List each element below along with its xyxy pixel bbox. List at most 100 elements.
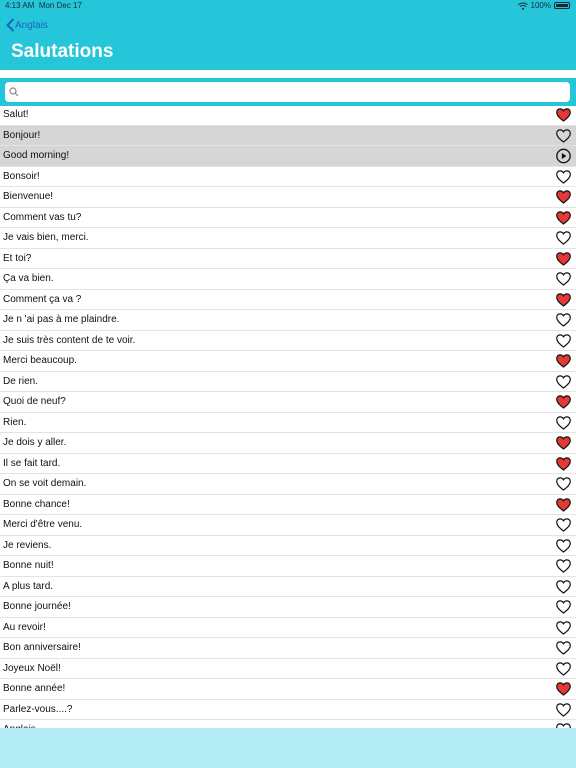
list-item[interactable]: Bonne nuit!	[0, 556, 576, 577]
list-item[interactable]: A plus tard.	[0, 577, 576, 597]
heart-outline-icon[interactable]	[555, 271, 572, 287]
list-item[interactable]: Je vais bien, merci.	[0, 228, 576, 249]
heart-outline-icon[interactable]	[555, 579, 572, 595]
phrase-text: Bonne journée!	[3, 601, 71, 612]
phrase-text: Je reviens.	[3, 539, 52, 551]
list-item[interactable]: Ça va bien.	[0, 269, 576, 290]
phrase-text: Bonne année!	[3, 683, 66, 694]
list-item[interactable]: De rien.	[0, 372, 576, 392]
play-circle-icon[interactable]	[555, 148, 572, 164]
heart-filled-icon[interactable]	[555, 251, 572, 267]
list-item[interactable]: Je reviens.	[0, 536, 576, 556]
status-clock: 4:13 AM	[5, 1, 35, 10]
phrase-text: Bonsoir!	[3, 170, 40, 182]
phrase-text: On se voit demain.	[3, 478, 87, 489]
phrase-text: Bonne nuit!	[3, 560, 54, 571]
list-item[interactable]: Salut!	[0, 105, 576, 126]
heart-outline-icon[interactable]	[555, 702, 572, 718]
heart-outline-icon[interactable]	[555, 640, 572, 656]
heart-filled-icon[interactable]	[555, 394, 572, 410]
heart-outline-icon[interactable]	[555, 661, 572, 677]
phrase-text: De rien.	[3, 375, 39, 387]
list-item[interactable]: Parlez-vous....?	[0, 700, 576, 720]
list-item[interactable]: Je dois y aller.	[0, 433, 576, 454]
heart-filled-icon[interactable]	[555, 681, 572, 697]
heart-outline-icon[interactable]	[555, 476, 572, 492]
phrase-text: Ça va bien.	[3, 273, 54, 284]
list-item[interactable]: Merci beaucoup.	[0, 351, 576, 372]
phrase-list[interactable]: Salut! Bonjour! Good morning! Bonsoir! Bienv…	[0, 105, 576, 728]
list-item[interactable]: Comment vas tu?	[0, 208, 576, 228]
phrase-text: Comment ça va ?	[3, 293, 82, 305]
phrase-text: Je dois y aller.	[3, 437, 67, 448]
list-item[interactable]: Comment ça va ?	[0, 290, 576, 310]
phrase-text: Je vais bien, merci.	[3, 232, 89, 243]
navigation-header: 4:13 AM Mon Dec 17 100% Anglais Salutati…	[0, 0, 576, 70]
list-item[interactable]: Bonsoir!	[0, 167, 576, 187]
search-input[interactable]	[5, 82, 570, 102]
back-button[interactable]: Anglais	[6, 18, 48, 32]
heart-outline-icon[interactable]	[555, 312, 572, 328]
heart-filled-icon[interactable]	[555, 292, 572, 308]
status-bar: 4:13 AM Mon Dec 17 100%	[0, 0, 576, 12]
list-item[interactable]: Au revoir!	[0, 618, 576, 638]
heart-outline-icon[interactable]	[555, 517, 572, 533]
list-item[interactable]: Bonne journée!	[0, 597, 576, 618]
heart-outline-icon[interactable]	[555, 333, 572, 349]
heart-outline-icon[interactable]	[555, 128, 572, 144]
heart-filled-icon[interactable]	[555, 107, 572, 123]
list-item[interactable]: On se voit demain.	[0, 474, 576, 495]
phrase-text: Je suis très content de te voir.	[3, 334, 136, 346]
list-item[interactable]: Rien.	[0, 413, 576, 433]
phrase-text: Salut!	[3, 109, 29, 120]
status-date: Mon Dec 17	[38, 1, 82, 10]
phrase-text: A plus tard.	[3, 580, 54, 592]
phrase-text: Il se fait tard.	[3, 457, 61, 469]
phrase-text: Je n 'ai pas à me plaindre.	[3, 314, 120, 325]
list-item[interactable]: Bonne année!	[0, 679, 576, 700]
wifi-icon	[517, 2, 528, 10]
heart-filled-icon[interactable]	[555, 189, 572, 205]
list-item[interactable]: Bonne chance!	[0, 495, 576, 515]
search-bar	[0, 78, 576, 106]
heart-filled-icon[interactable]	[555, 353, 572, 369]
list-item[interactable]: Et toi?	[0, 249, 576, 269]
list-item[interactable]: Bienvenue!	[0, 187, 576, 208]
status-time: 4:13 AM Mon Dec 17	[5, 1, 82, 10]
list-item[interactable]: Bonjour!	[0, 125, 576, 146]
phrase-text: Parlez-vous....?	[3, 703, 73, 715]
heart-outline-icon[interactable]	[555, 620, 572, 636]
heart-outline-icon[interactable]	[555, 538, 572, 554]
back-label: Anglais	[15, 19, 48, 31]
list-item[interactable]: Je suis très content de te voir.	[0, 331, 576, 351]
phrase-text: Merci beaucoup.	[3, 355, 77, 366]
phrase-text: Comment vas tu?	[3, 211, 82, 223]
phrase-text: Et toi?	[3, 252, 32, 264]
phrase-text: Bonne chance!	[3, 498, 70, 510]
phrase-text: Rien.	[3, 416, 27, 428]
list-item[interactable]: Je n 'ai pas à me plaindre.	[0, 310, 576, 331]
list-item[interactable]: Joyeux Noël!	[0, 659, 576, 679]
heart-outline-icon[interactable]	[555, 415, 572, 431]
list-item[interactable]: Quoi de neuf?	[0, 392, 576, 413]
heart-outline-icon[interactable]	[555, 558, 572, 574]
list-item[interactable]: Il se fait tard.	[0, 454, 576, 474]
battery-icon	[554, 2, 570, 9]
search-icon	[9, 87, 19, 97]
heart-outline-icon[interactable]	[555, 169, 572, 185]
heart-filled-icon[interactable]	[555, 497, 572, 513]
phrase-text: Bonjour!	[3, 129, 41, 141]
list-item[interactable]: Bon anniversaire!	[0, 638, 576, 659]
phrase-text: Merci d'être venu.	[3, 519, 83, 530]
list-item[interactable]: Merci d'être venu.	[0, 515, 576, 536]
heart-outline-icon[interactable]	[555, 374, 572, 390]
list-item[interactable]: Anglais	[0, 720, 576, 728]
heart-filled-icon[interactable]	[555, 456, 572, 472]
heart-filled-icon[interactable]	[555, 435, 572, 451]
list-item[interactable]: Good morning!	[0, 146, 576, 167]
heart-filled-icon[interactable]	[555, 210, 572, 226]
phrase-text: Au revoir!	[3, 621, 46, 633]
battery-percent: 100%	[530, 1, 551, 10]
heart-outline-icon[interactable]	[555, 599, 572, 615]
heart-outline-icon[interactable]	[555, 230, 572, 246]
